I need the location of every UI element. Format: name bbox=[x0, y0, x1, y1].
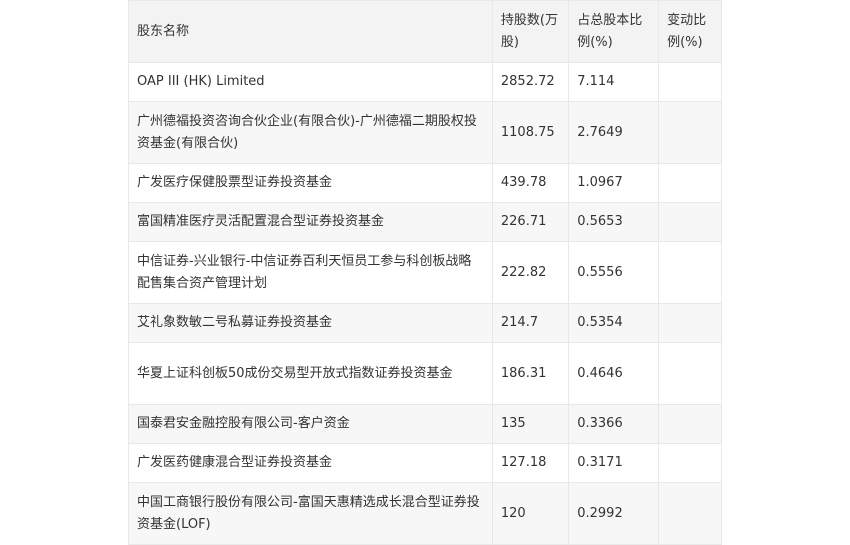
cell-change bbox=[658, 404, 722, 444]
cell-name: 广州德福投资咨询合伙企业(有限合伙)-广州德福二期股权投资基金(有限合伙) bbox=[128, 101, 493, 164]
cell-name: 广发医疗保健股票型证券投资基金 bbox=[128, 163, 493, 203]
cell-name: 华夏上证科创板50成份交易型开放式指数证券投资基金 bbox=[128, 342, 493, 405]
table-row: 艾礼象数敏二号私募证券投资基金 214.7 0.5354 bbox=[128, 303, 722, 343]
cell-change bbox=[658, 62, 722, 102]
cell-change bbox=[658, 241, 722, 304]
header-shareholder-name: 股东名称 bbox=[128, 0, 493, 63]
cell-ratio: 2.7649 bbox=[568, 101, 660, 164]
table-row: 广州德福投资咨询合伙企业(有限合伙)-广州德福二期股权投资基金(有限合伙) 11… bbox=[128, 101, 722, 164]
cell-ratio: 0.3171 bbox=[568, 443, 660, 483]
header-shares: 持股数(万股) bbox=[491, 0, 570, 63]
table-header-row: 股东名称 持股数(万股) 占总股本比例(%) 变动比例(%) bbox=[128, 0, 722, 63]
cell-name: 国泰君安金融控股有限公司-客户资金 bbox=[128, 404, 493, 444]
cell-shares: 135 bbox=[491, 404, 570, 444]
cell-name: 中信证券-兴业银行-中信证券百利天恒员工参与科创板战略配售集合资产管理计划 bbox=[128, 241, 493, 304]
cell-shares: 2852.72 bbox=[491, 62, 570, 102]
table-row: 国泰君安金融控股有限公司-客户资金 135 0.3366 bbox=[128, 404, 722, 444]
table-row: 中国工商银行股份有限公司-富国天惠精选成长混合型证券投资基金(LOF) 120 … bbox=[128, 482, 722, 545]
cell-shares: 222.82 bbox=[491, 241, 570, 304]
cell-shares: 439.78 bbox=[491, 163, 570, 203]
cell-name: 艾礼象数敏二号私募证券投资基金 bbox=[128, 303, 493, 343]
cell-change bbox=[658, 163, 722, 203]
cell-name: 中国工商银行股份有限公司-富国天惠精选成长混合型证券投资基金(LOF) bbox=[128, 482, 493, 545]
table-row: 华夏上证科创板50成份交易型开放式指数证券投资基金 186.31 0.4646 bbox=[128, 342, 722, 405]
cell-ratio: 7.114 bbox=[568, 62, 660, 102]
shareholder-table: 股东名称 持股数(万股) 占总股本比例(%) 变动比例(%) OAP III (… bbox=[128, 0, 722, 545]
cell-ratio: 0.4646 bbox=[568, 342, 660, 405]
cell-name: OAP III (HK) Limited bbox=[128, 62, 493, 102]
header-ratio: 占总股本比例(%) bbox=[568, 0, 660, 63]
cell-ratio: 0.3366 bbox=[568, 404, 660, 444]
cell-change bbox=[658, 101, 722, 164]
table-row: 富国精准医疗灵活配置混合型证券投资基金 226.71 0.5653 bbox=[128, 202, 722, 242]
cell-ratio: 0.5653 bbox=[568, 202, 660, 242]
cell-shares: 186.31 bbox=[491, 342, 570, 405]
cell-shares: 127.18 bbox=[491, 443, 570, 483]
cell-shares: 214.7 bbox=[491, 303, 570, 343]
table-row: 中信证券-兴业银行-中信证券百利天恒员工参与科创板战略配售集合资产管理计划 22… bbox=[128, 241, 722, 304]
cell-shares: 120 bbox=[491, 482, 570, 545]
cell-change bbox=[658, 202, 722, 242]
table-row: 广发医疗保健股票型证券投资基金 439.78 1.0967 bbox=[128, 163, 722, 203]
cell-shares: 1108.75 bbox=[491, 101, 570, 164]
cell-ratio: 0.5556 bbox=[568, 241, 660, 304]
cell-name: 富国精准医疗灵活配置混合型证券投资基金 bbox=[128, 202, 493, 242]
cell-shares: 226.71 bbox=[491, 202, 570, 242]
cell-ratio: 0.5354 bbox=[568, 303, 660, 343]
cell-change bbox=[658, 482, 722, 545]
cell-change bbox=[658, 342, 722, 405]
cell-change bbox=[658, 303, 722, 343]
table-row: OAP III (HK) Limited 2852.72 7.114 bbox=[128, 62, 722, 102]
header-change: 变动比例(%) bbox=[658, 0, 722, 63]
cell-ratio: 0.2992 bbox=[568, 482, 660, 545]
cell-name: 广发医药健康混合型证券投资基金 bbox=[128, 443, 493, 483]
cell-change bbox=[658, 443, 722, 483]
cell-ratio: 1.0967 bbox=[568, 163, 660, 203]
table-row: 广发医药健康混合型证券投资基金 127.18 0.3171 bbox=[128, 443, 722, 483]
